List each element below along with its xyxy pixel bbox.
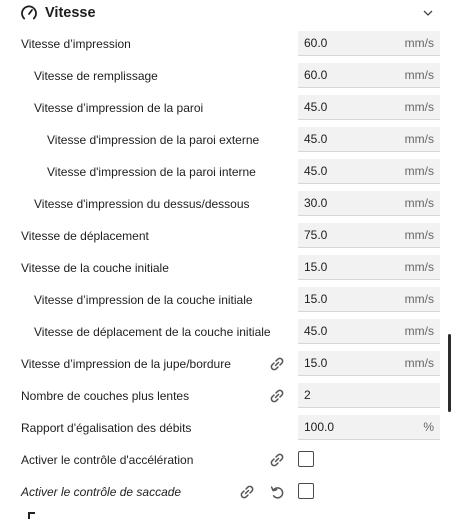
setting-label: Vitesse de remplissage	[34, 69, 158, 83]
outer-wall-speed-input[interactable]: 45.0 mm/s	[298, 127, 440, 152]
setting-label: Vitesse d’impression de la jupe/bordure	[21, 357, 231, 371]
chevron-down-icon[interactable]	[421, 6, 435, 20]
setting-label: Vitesse d’impression de la paroi	[34, 101, 204, 115]
field-value: 45.0	[304, 100, 328, 114]
setting-label: Vitesse de la couche initiale	[21, 261, 169, 275]
field-unit: mm/s	[404, 68, 434, 82]
setting-row-flow-equalization: Rapport d'égalisation des débits 100.0 %	[0, 412, 451, 444]
inner-wall-speed-input[interactable]: 45.0 mm/s	[298, 159, 440, 184]
flow-equalization-input[interactable]: 100.0 %	[298, 415, 440, 440]
setting-row-print-speed: Vitesse d’impression 60.0 mm/s	[0, 28, 451, 60]
setting-label: Vitesse d'impression du dessus/dessous	[34, 197, 250, 211]
wall-speed-input[interactable]: 45.0 mm/s	[298, 95, 440, 120]
infill-speed-input[interactable]: 60.0 mm/s	[298, 63, 440, 88]
jerk-control-checkbox[interactable]	[298, 483, 314, 499]
setting-label: Vitesse de déplacement	[21, 229, 149, 243]
field-value: 75.0	[304, 228, 328, 242]
link-icon[interactable]	[268, 355, 286, 373]
field-unit: mm/s	[404, 196, 434, 210]
skirt-brim-speed-input[interactable]: 15.0 mm/s	[298, 351, 440, 376]
setting-row-jerk-control: Activer le contrôle de saccade	[0, 476, 451, 508]
initial-layer-print-speed-input[interactable]: 15.0 mm/s	[298, 287, 440, 312]
field-value: 15.0	[304, 260, 328, 274]
setting-row-initial-layer-travel-speed: Vitesse de déplacement de la couche init…	[0, 316, 451, 348]
setting-label: Activer le contrôle d'accélération	[21, 453, 194, 467]
setting-label: Nombre de couches plus lentes	[21, 389, 190, 403]
field-value: 45.0	[304, 324, 328, 338]
setting-label: Vitesse de déplacement de la couche init…	[34, 325, 271, 339]
setting-row-slower-layers: Nombre de couches plus lentes 2	[0, 380, 451, 412]
slower-layers-input[interactable]: 2	[298, 383, 440, 408]
field-unit: mm/s	[404, 228, 434, 242]
field-unit: mm/s	[404, 100, 434, 114]
field-unit: mm/s	[404, 292, 434, 306]
field-value: 100.0	[304, 420, 335, 434]
setting-label: Vitesse d'impression de la paroi interne	[47, 165, 256, 179]
setting-label: Activer le contrôle de saccade	[21, 485, 182, 499]
initial-layer-speed-input[interactable]: 15.0 mm/s	[298, 255, 440, 280]
field-value: 60.0	[304, 36, 328, 50]
acceleration-control-checkbox[interactable]	[298, 451, 314, 467]
field-unit: mm/s	[404, 356, 434, 370]
field-unit: mm/s	[404, 164, 434, 178]
link-icon[interactable]	[238, 483, 256, 501]
setting-row-wall-speed: Vitesse d’impression de la paroi 45.0 mm…	[0, 92, 451, 124]
travel-speed-input[interactable]: 75.0 mm/s	[298, 223, 440, 248]
setting-row-acceleration-control: Activer le contrôle d'accélération	[0, 444, 451, 476]
initial-layer-travel-speed-input[interactable]: 45.0 mm/s	[298, 319, 440, 344]
field-unit: mm/s	[404, 324, 434, 338]
link-icon[interactable]	[268, 387, 286, 405]
setting-row-outer-wall-speed: Vitesse d'impression de la paroi externe…	[0, 124, 451, 156]
field-value: 45.0	[304, 164, 328, 178]
setting-label: Vitesse d’impression de la couche initia…	[34, 293, 253, 307]
next-section-icon	[28, 512, 35, 519]
field-value: 30.0	[304, 196, 328, 210]
print-speed-input[interactable]: 60.0 mm/s	[298, 31, 440, 56]
field-value: 15.0	[304, 356, 328, 370]
field-unit: mm/s	[404, 132, 434, 146]
field-unit: mm/s	[404, 36, 434, 50]
setting-row-inner-wall-speed: Vitesse d'impression de la paroi interne…	[0, 156, 451, 188]
field-value: 2	[304, 388, 311, 402]
field-unit: mm/s	[404, 260, 434, 274]
setting-label: Vitesse d'impression de la paroi externe	[47, 133, 260, 147]
setting-label: Vitesse d’impression	[21, 37, 131, 51]
setting-label: Rapport d'égalisation des débits	[21, 421, 192, 435]
field-value: 45.0	[304, 132, 328, 146]
setting-row-initial-layer-speed: Vitesse de la couche initiale 15.0 mm/s	[0, 252, 451, 284]
top-bottom-speed-input[interactable]: 30.0 mm/s	[298, 191, 440, 216]
setting-row-infill-speed: Vitesse de remplissage 60.0 mm/s	[0, 60, 451, 92]
setting-row-top-bottom-speed: Vitesse d'impression du dessus/dessous 3…	[0, 188, 451, 220]
setting-row-travel-speed: Vitesse de déplacement 75.0 mm/s	[0, 220, 451, 252]
field-value: 60.0	[304, 68, 328, 82]
link-icon[interactable]	[268, 451, 286, 469]
setting-row-initial-layer-print-speed: Vitesse d’impression de la couche initia…	[0, 284, 451, 316]
setting-row-skirt-brim-speed: Vitesse d’impression de la jupe/bordure …	[0, 348, 451, 380]
gauge-icon	[21, 5, 37, 20]
speed-section-header[interactable]: Vitesse	[0, 0, 451, 28]
reset-icon[interactable]	[268, 483, 286, 501]
field-value: 15.0	[304, 292, 328, 306]
field-unit: %	[423, 420, 434, 434]
section-title: Vitesse	[45, 5, 96, 21]
